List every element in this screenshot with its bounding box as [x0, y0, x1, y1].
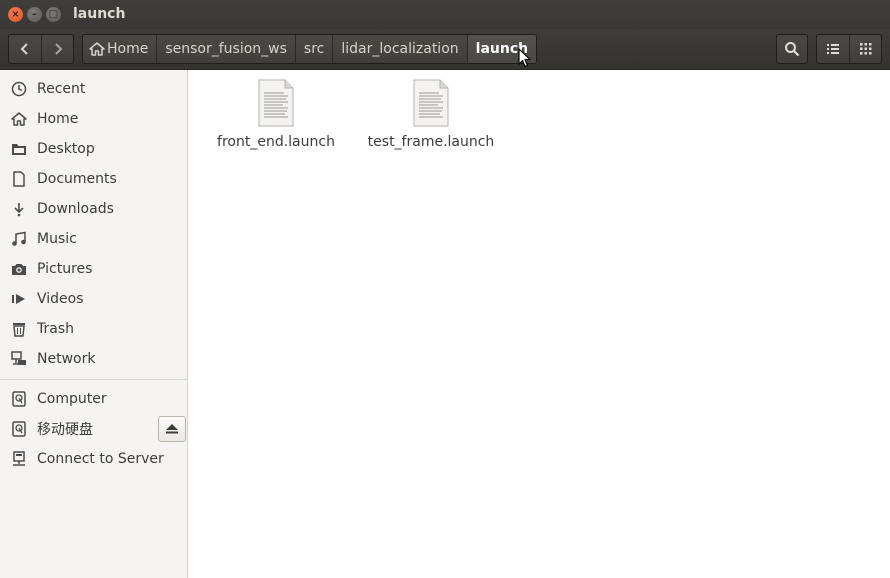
window-title: launch	[73, 6, 126, 22]
chevron-left-icon	[20, 43, 28, 55]
search-button[interactable]	[776, 34, 808, 64]
download-icon	[11, 201, 27, 217]
text-file-icon	[413, 79, 449, 127]
sidebar-item-label: 移动硬盘	[37, 422, 93, 438]
sidebar-item-label: Recent	[37, 81, 86, 97]
camera-icon	[11, 261, 27, 277]
sidebar-item-downloads[interactable]: Downloads	[0, 194, 187, 224]
server-icon	[11, 451, 27, 467]
maximize-window-button[interactable]: □	[46, 7, 61, 22]
list-view-icon	[827, 44, 839, 54]
sidebar-item-network[interactable]: Network	[0, 344, 187, 374]
breadcrumb-lidar-localization[interactable]: lidar_localization	[332, 35, 466, 63]
file-name: front_end.launch	[217, 134, 335, 150]
breadcrumb-src[interactable]: src	[294, 35, 332, 63]
file-name: test_frame.launch	[367, 134, 495, 150]
breadcrumb-label: src	[303, 41, 325, 57]
back-button[interactable]	[9, 35, 41, 63]
navigation-buttons	[8, 34, 74, 64]
toolbar: Home sensor_fusion_ws src lidar_localiza…	[0, 29, 890, 70]
breadcrumb-home[interactable]: Home	[83, 35, 156, 63]
breadcrumb: Home sensor_fusion_ws src lidar_localiza…	[82, 34, 538, 64]
sidebar-item-label: Computer	[37, 391, 107, 407]
breadcrumb-label: lidar_localization	[341, 41, 459, 57]
sidebar-item-label: Documents	[37, 171, 117, 187]
breadcrumb-label: Home	[107, 41, 149, 57]
music-icon	[11, 231, 27, 247]
sidebar-item-pictures[interactable]: Pictures	[0, 254, 187, 284]
close-window-button[interactable]: ×	[8, 7, 23, 22]
sidebar-item-label: Music	[37, 231, 77, 247]
sidebar-item-trash[interactable]: Trash	[0, 314, 187, 344]
sidebar-item-recent[interactable]: Recent	[0, 74, 187, 104]
video-icon	[11, 291, 27, 307]
file-item[interactable]: front_end.launch	[206, 79, 346, 150]
sidebar-item-label: Desktop	[37, 141, 95, 157]
sidebar-item-home[interactable]: Home	[0, 104, 187, 134]
document-icon	[11, 171, 27, 187]
breadcrumb-label: sensor_fusion_ws	[165, 41, 287, 57]
sidebar-item-computer[interactable]: Computer	[0, 384, 187, 414]
sidebar-item-label: Trash	[37, 321, 74, 337]
desktop-folder-icon	[11, 141, 27, 157]
trash-icon	[11, 321, 27, 337]
view-mode-buttons	[816, 34, 882, 64]
search-icon	[785, 42, 800, 57]
list-view-button[interactable]	[817, 35, 849, 63]
sidebar-item-label: Pictures	[37, 261, 93, 277]
sidebar-item-label: Videos	[37, 291, 84, 307]
eject-icon	[166, 424, 178, 434]
drive-icon	[11, 391, 27, 407]
home-icon	[89, 42, 105, 56]
minimize-window-button[interactable]: –	[27, 7, 42, 22]
grid-view-button[interactable]	[849, 35, 881, 63]
sidebar-divider	[0, 379, 187, 380]
breadcrumb-sensor-fusion-ws[interactable]: sensor_fusion_ws	[156, 35, 295, 63]
chevron-right-icon	[54, 43, 62, 55]
sidebar-item-documents[interactable]: Documents	[0, 164, 187, 194]
sidebar-item-music[interactable]: Music	[0, 224, 187, 254]
sidebar-item-videos[interactable]: Videos	[0, 284, 187, 314]
mouse-cursor-icon	[518, 48, 531, 68]
file-item[interactable]: test_frame.launch	[361, 79, 501, 150]
drive-icon	[11, 421, 27, 437]
sidebar: Recent Home Desktop Documents Downloads …	[0, 70, 188, 578]
sidebar-item-label: Home	[37, 111, 79, 127]
sidebar-item-label: Downloads	[37, 201, 114, 217]
grid-view-icon	[859, 43, 871, 55]
recent-icon	[11, 81, 27, 97]
home-icon	[11, 111, 27, 127]
text-file-icon	[258, 79, 294, 127]
sidebar-item-label: Network	[37, 351, 96, 367]
file-view: front_end.launch test_frame.launch	[189, 70, 890, 578]
forward-button[interactable]	[41, 35, 73, 63]
network-icon	[11, 351, 27, 367]
sidebar-item-label: Connect to Server	[37, 451, 164, 467]
eject-button[interactable]	[158, 416, 186, 442]
sidebar-item-desktop[interactable]: Desktop	[0, 134, 187, 164]
sidebar-item-connect-to-server[interactable]: Connect to Server	[0, 444, 187, 474]
title-bar: × – □ launch	[0, 0, 890, 29]
